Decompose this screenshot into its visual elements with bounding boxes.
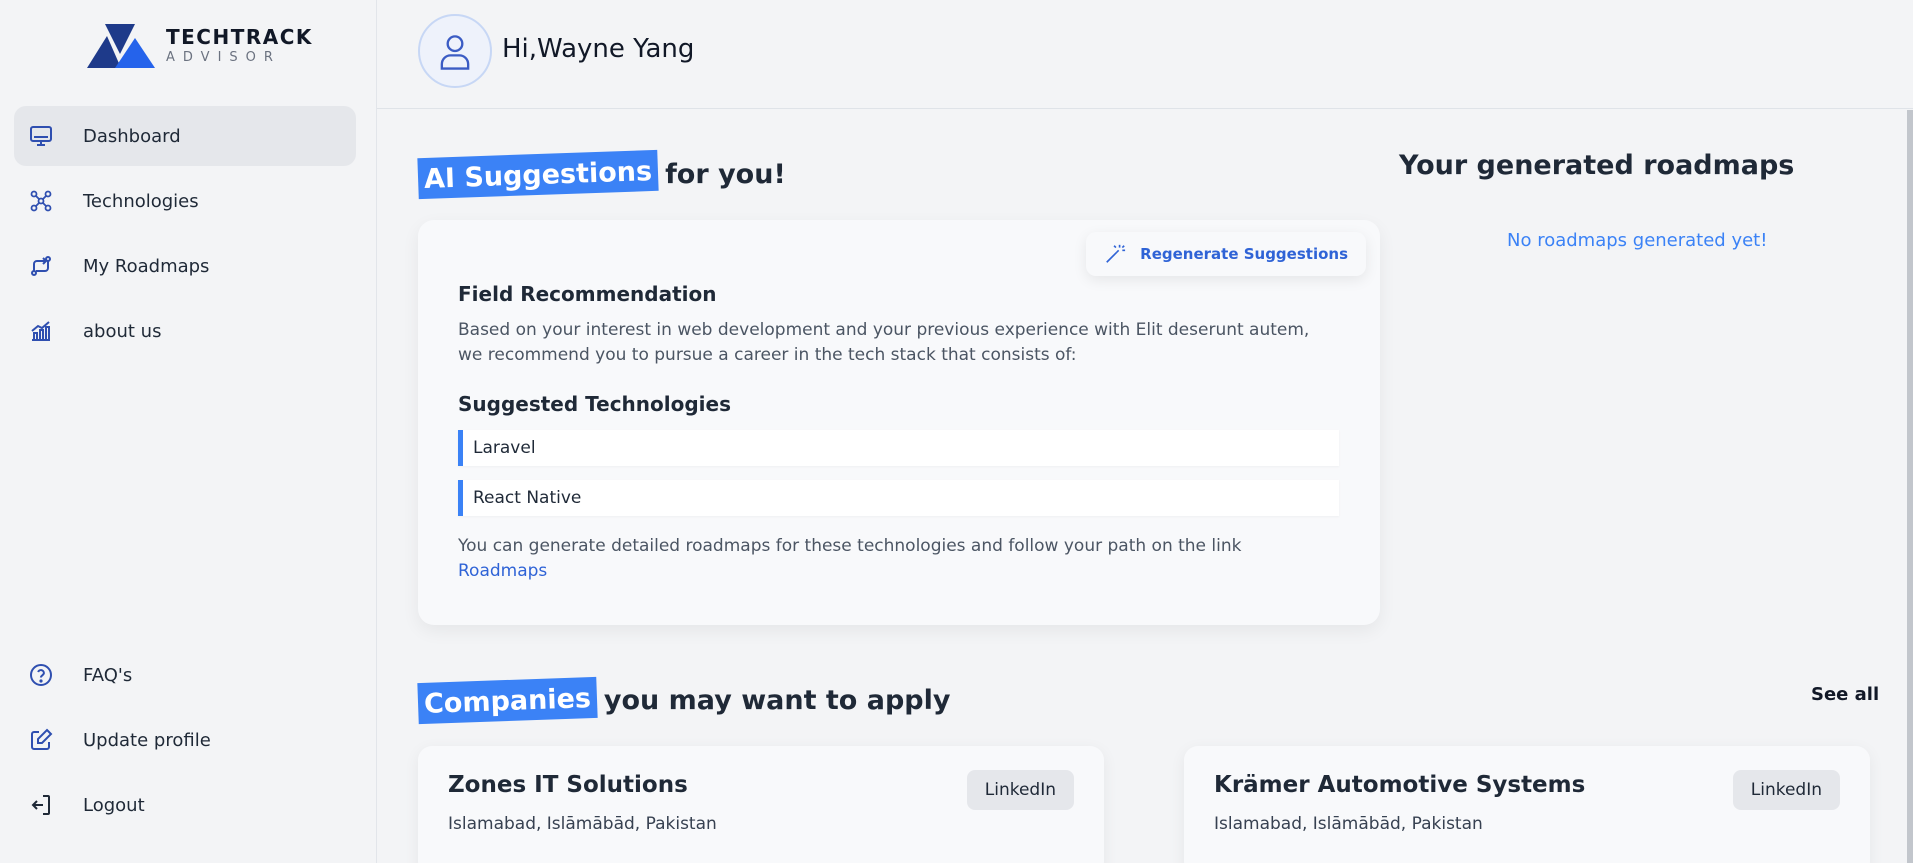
- roadmaps-link[interactable]: Roadmaps: [458, 561, 547, 581]
- tech-item-react-native: React Native: [458, 480, 1339, 516]
- greeting: Hi,Wayne Yang: [502, 34, 695, 64]
- regenerate-label: Regenerate Suggestions: [1140, 245, 1348, 263]
- field-recommendation-heading: Field Recommendation: [458, 282, 717, 306]
- sidebar-nav-bottom: FAQ's Update profile Logout: [14, 645, 356, 840]
- sidebar-item-update-profile[interactable]: Update profile: [14, 710, 356, 770]
- roadmaps-empty-message: No roadmaps generated yet!: [1507, 230, 1768, 251]
- edit-icon: [28, 727, 54, 753]
- route-icon: [28, 253, 54, 279]
- sidebar-item-about-us[interactable]: about us: [14, 301, 356, 361]
- sidebar-nav: Dashboard Technologies My Roadmaps about…: [14, 106, 356, 366]
- magic-wand-icon: [1106, 244, 1126, 263]
- sidebar-item-faqs[interactable]: FAQ's: [14, 645, 356, 705]
- logo-title: TECHTRACK: [166, 25, 313, 49]
- company-name: Krämer Automotive Systems: [1214, 772, 1586, 798]
- sidebar-item-label: about us: [83, 320, 162, 342]
- user-icon: [440, 35, 470, 70]
- sidebar-item-my-roadmaps[interactable]: My Roadmaps: [14, 236, 356, 296]
- monitor-icon: [28, 123, 54, 149]
- sidebar-item-label: Update profile: [83, 729, 211, 751]
- title-highlight: AI Suggestions: [417, 149, 659, 200]
- title-rest: for you!: [665, 159, 786, 190]
- sidebar-item-label: FAQ's: [83, 664, 133, 686]
- sidebar-item-label: Dashboard: [83, 125, 181, 147]
- company-location: Islamabad, Islāmābād, Pakistan: [448, 814, 717, 834]
- generated-roadmaps-heading: Your generated roadmaps: [1399, 150, 1795, 181]
- sidebar-item-label: My Roadmaps: [83, 255, 210, 277]
- logo-subtitle: ADVISOR: [166, 50, 281, 65]
- company-card[interactable]: Krämer Automotive Systems Islamabad, Isl…: [1184, 746, 1870, 863]
- title-rest: you may want to apply: [603, 685, 951, 716]
- sidebar-item-label: Logout: [83, 794, 145, 816]
- suggested-technologies-heading: Suggested Technologies: [458, 392, 732, 416]
- sidebar-item-logout[interactable]: Logout: [14, 775, 356, 835]
- field-recommendation-text: Based on your interest in web developmen…: [458, 320, 1310, 365]
- logo-icon: [87, 24, 155, 68]
- growth-chart-icon: [28, 318, 54, 344]
- sidebar-item-technologies[interactable]: Technologies: [14, 171, 356, 231]
- main-content: AI Suggestions for you! Regenerate Sugge…: [377, 110, 1913, 863]
- sidebar-item-label: Technologies: [83, 190, 199, 212]
- see-all-link[interactable]: See all: [1811, 684, 1879, 705]
- network-icon: [28, 188, 54, 214]
- main-scrollbar[interactable]: [1907, 110, 1913, 863]
- sidebar-item-dashboard[interactable]: Dashboard: [14, 106, 356, 166]
- avatar[interactable]: [418, 14, 492, 88]
- sidebar: TECHTRACK ADVISOR Dashboard Technologies…: [0, 0, 377, 863]
- company-card[interactable]: Zones IT Solutions Islamabad, Islāmābād,…: [418, 746, 1104, 863]
- company-location: Islamabad, Islāmābād, Pakistan: [1214, 814, 1483, 834]
- roadmaps-hint: You can generate detailed roadmaps for t…: [458, 534, 1318, 584]
- ai-suggestions-title: AI Suggestions for you!: [417, 149, 786, 200]
- linkedin-button[interactable]: LinkedIn: [1732, 770, 1840, 810]
- logout-icon: [28, 792, 54, 818]
- question-icon: [28, 662, 54, 688]
- linkedin-button[interactable]: LinkedIn: [966, 770, 1074, 810]
- header: Hi,Wayne Yang: [377, 0, 1913, 109]
- companies-title: Companies you may want to apply: [417, 676, 951, 725]
- company-name: Zones IT Solutions: [448, 772, 688, 798]
- tech-item-laravel: Laravel: [458, 430, 1339, 466]
- scrollbar-thumb[interactable]: [1907, 110, 1913, 863]
- title-highlight: Companies: [417, 676, 598, 725]
- logo[interactable]: TECHTRACK ADVISOR: [85, 24, 313, 68]
- suggestions-card: Regenerate Suggestions Field Recommendat…: [418, 220, 1380, 625]
- regenerate-suggestions-button[interactable]: Regenerate Suggestions: [1086, 232, 1366, 276]
- roadmaps-hint-text: You can generate detailed roadmaps for t…: [458, 536, 1242, 556]
